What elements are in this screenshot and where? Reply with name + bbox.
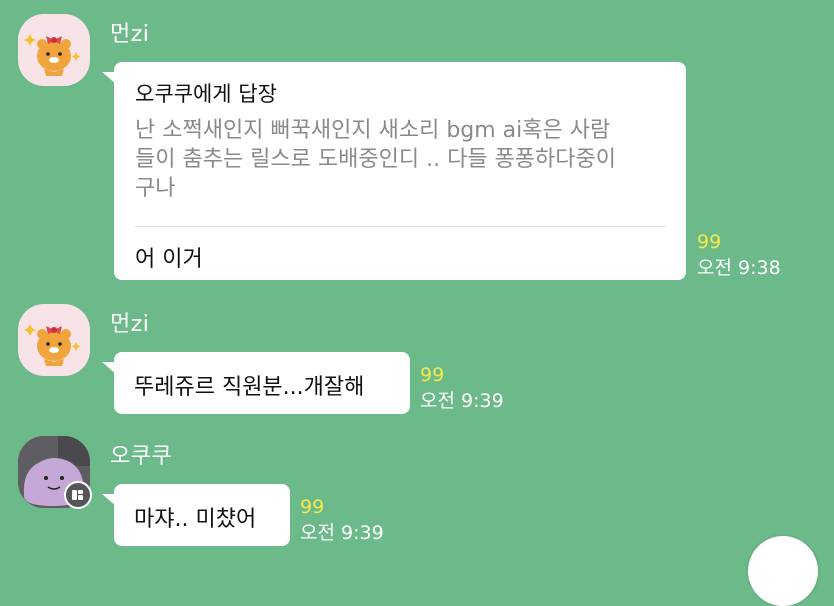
quote-line: 들이 춤추는 릴스로 도배중인디 .. 다들 퐁퐁하다중이 xyxy=(135,147,616,172)
ryan-character-icon xyxy=(24,324,81,366)
bubble-tail xyxy=(102,362,116,374)
unread-count: 99 xyxy=(300,496,325,518)
reply-divider xyxy=(135,226,666,227)
timestamp: 오전 9:38 xyxy=(697,257,781,279)
timestamp: 오전 9:39 xyxy=(420,390,504,412)
avatar[interactable] xyxy=(18,304,90,376)
message-text: 마쟈.. 미챴어 xyxy=(134,507,257,532)
scroll-down-button[interactable] xyxy=(748,536,818,606)
sender-name: 오쿠쿠 xyxy=(110,444,173,469)
avatar[interactable] xyxy=(18,14,90,86)
message-bubble[interactable]: 마쟈.. 미챴어 xyxy=(102,484,290,546)
unread-count: 99 xyxy=(697,231,722,253)
ryan-character-icon xyxy=(24,34,81,76)
sender-name: 먼zi xyxy=(110,312,150,337)
message-text: 어 이거 xyxy=(135,247,203,272)
message-text: 뚜레쥬르 직원분...개잘해 xyxy=(134,375,365,400)
quote-line: 구나 xyxy=(135,176,176,201)
reply-bubble[interactable]: 오쿠쿠에게 답장 난 소쩍새인지 뻐꾹새인지 새소리 bgm ai혹은 사람 들… xyxy=(102,62,686,280)
message-meta: 99 오전 9:38 xyxy=(697,229,781,281)
reply-header: 오쿠쿠에게 답장 xyxy=(135,82,277,106)
sender-name: 먼zi xyxy=(110,22,150,47)
message-meta: 99 오전 9:39 xyxy=(300,494,384,546)
bubble-tail xyxy=(102,72,116,84)
multi-profile-badge-icon xyxy=(64,481,92,509)
bubble-tail xyxy=(102,494,116,506)
message-meta: 99 오전 9:39 xyxy=(420,362,504,414)
quote-line: 난 소쩍새인지 뻐꾹새인지 새소리 bgm ai혹은 사람 xyxy=(135,118,611,143)
timestamp: 오전 9:39 xyxy=(300,522,384,544)
message-bubble[interactable]: 뚜레쥬르 직원분...개잘해 xyxy=(102,352,410,414)
unread-count: 99 xyxy=(420,364,445,386)
reply-quote[interactable]: 난 소쩍새인지 뻐꾹새인지 새소리 bgm ai혹은 사람 들이 춤추는 릴스로… xyxy=(135,116,666,203)
